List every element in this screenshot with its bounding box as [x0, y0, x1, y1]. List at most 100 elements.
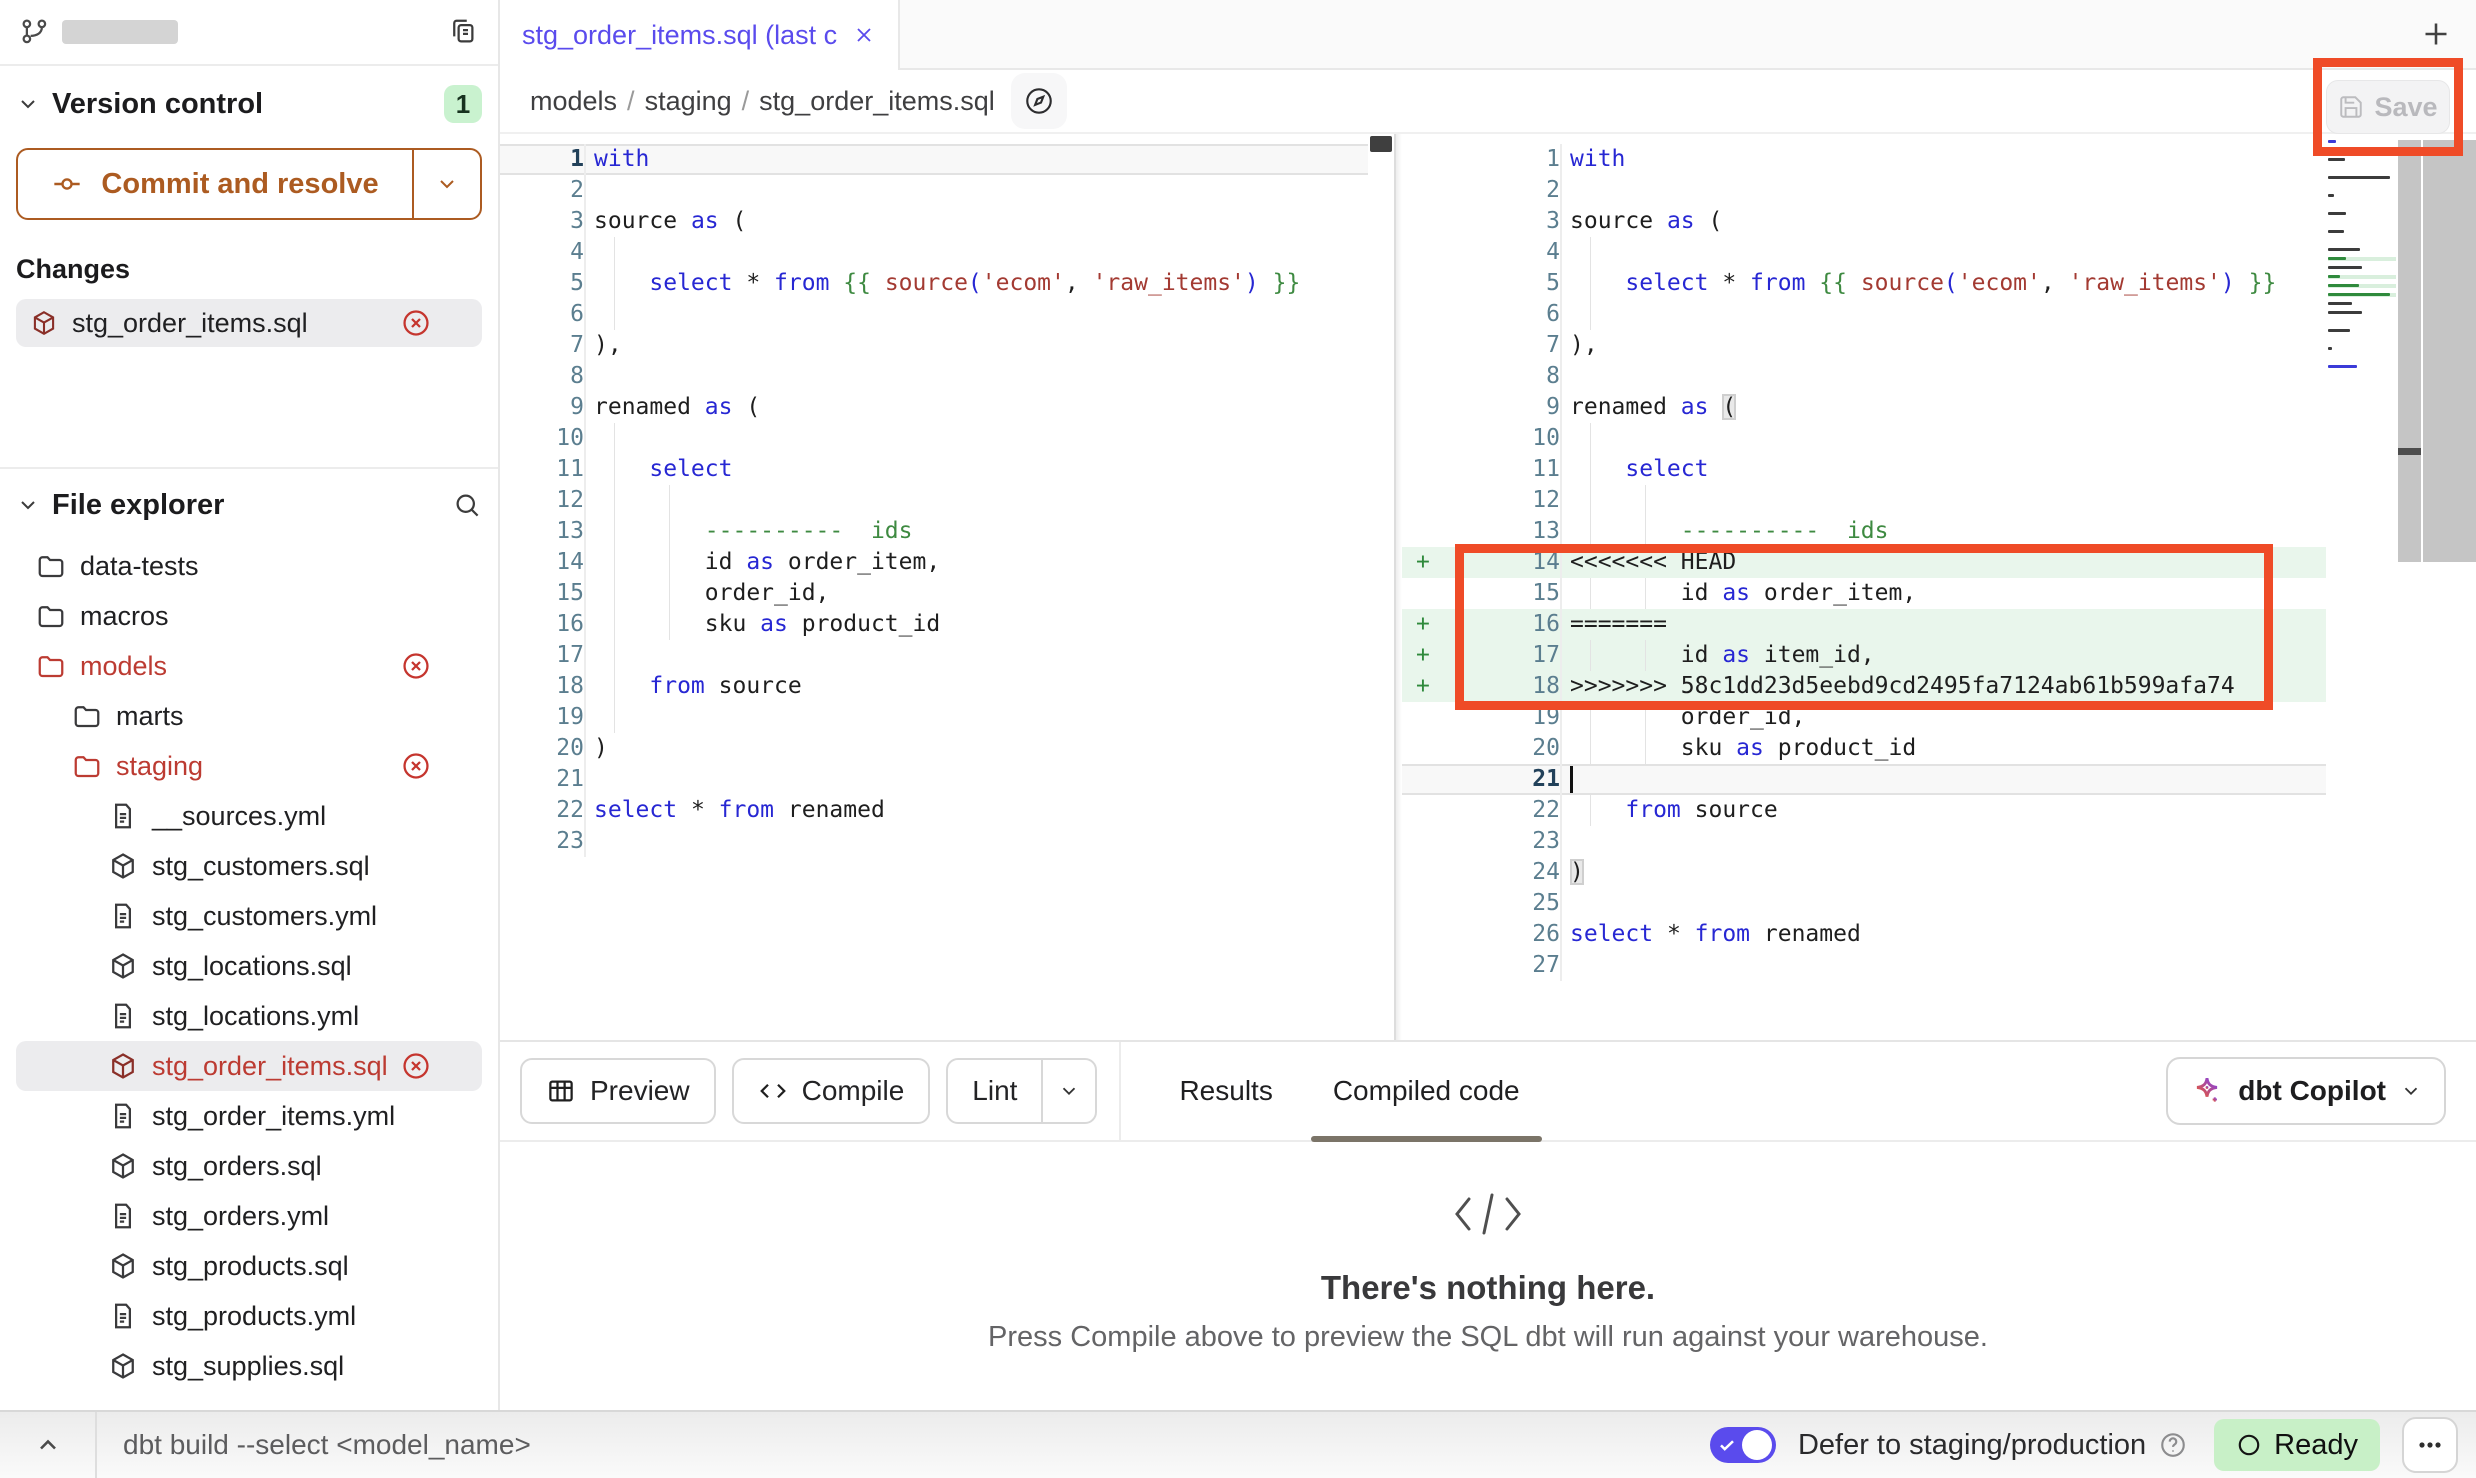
- code-line[interactable]: 2: [1402, 175, 2326, 206]
- compile-button[interactable]: Compile: [732, 1058, 931, 1124]
- file-tree-item[interactable]: stg_supplies.sql: [16, 1341, 482, 1391]
- code-line[interactable]: 5 select * from {{ source('ecom', 'raw_i…: [1402, 268, 2326, 299]
- code-line[interactable]: 27: [1402, 950, 2326, 981]
- code-line[interactable]: 1with: [500, 144, 1368, 175]
- file-tree-item[interactable]: stg_locations.yml: [16, 991, 482, 1041]
- file-tree-item[interactable]: staging: [16, 741, 482, 791]
- code-line[interactable]: 3source as (: [1402, 206, 2326, 237]
- code-line[interactable]: 12: [1402, 485, 2326, 516]
- overflow-menu-button[interactable]: [2402, 1417, 2458, 1473]
- file-tree-item[interactable]: stg_locations.sql: [16, 941, 482, 991]
- code-line[interactable]: 17: [500, 640, 1368, 671]
- code-line[interactable]: 16 sku as product_id: [500, 609, 1368, 640]
- code-line[interactable]: 23: [1402, 826, 2326, 857]
- file-tree-item[interactable]: stg_products.yml: [16, 1291, 482, 1341]
- code-line[interactable]: 7),: [1402, 330, 2326, 361]
- scrollbar-thumb[interactable]: [1370, 136, 1392, 152]
- lineage-button[interactable]: [1011, 73, 1067, 129]
- copy-icon[interactable]: [448, 17, 478, 47]
- code-line[interactable]: +14<<<<<<< HEAD: [1402, 547, 2326, 578]
- file-tree-item[interactable]: macros: [16, 591, 482, 641]
- code-line[interactable]: 2: [500, 175, 1368, 206]
- code-line[interactable]: 15 id as order_item,: [1402, 578, 2326, 609]
- defer-toggle[interactable]: [1710, 1427, 1776, 1463]
- changed-file-row[interactable]: stg_order_items.sql: [16, 299, 482, 347]
- version-control-header[interactable]: Version control 1: [16, 82, 482, 126]
- code-line[interactable]: 13 ---------- ids: [1402, 516, 2326, 547]
- dbt-copilot-button[interactable]: dbt Copilot: [2166, 1057, 2446, 1125]
- file-tree-item[interactable]: stg_customers.sql: [16, 841, 482, 891]
- file-tree-item[interactable]: stg_orders.yml: [16, 1191, 482, 1241]
- remove-icon[interactable]: [400, 307, 432, 339]
- commit-dropdown-button[interactable]: [412, 150, 480, 218]
- command-input[interactable]: dbt build --select <model_name>: [123, 1429, 531, 1461]
- code-line[interactable]: 15 order_id,: [500, 578, 1368, 609]
- code-line[interactable]: +17 id as item_id,: [1402, 640, 2326, 671]
- code-line[interactable]: 23: [500, 826, 1368, 857]
- scrollbar-track[interactable]: [2423, 140, 2476, 562]
- remove-icon[interactable]: [400, 650, 432, 682]
- commit-button[interactable]: Commit and resolve: [16, 148, 482, 220]
- code-line[interactable]: 4: [1402, 237, 2326, 268]
- file-tree-item[interactable]: __sources.yml: [16, 791, 482, 841]
- code-line[interactable]: +16=======: [1402, 609, 2326, 640]
- file-explorer-header[interactable]: File explorer: [16, 483, 482, 527]
- code-line[interactable]: 14 id as order_item,: [500, 547, 1368, 578]
- code-line[interactable]: 8: [500, 361, 1368, 392]
- code-line[interactable]: 6: [1402, 299, 2326, 330]
- tab-compiled-code[interactable]: Compiled code: [1303, 1042, 1550, 1140]
- code-line[interactable]: 13 ---------- ids: [500, 516, 1368, 547]
- file-tree-item[interactable]: stg_order_items.sql: [16, 1041, 482, 1091]
- editor-pane-original[interactable]: 1with23source as (45 select * from {{ so…: [500, 134, 1394, 1040]
- code-line[interactable]: 12: [500, 485, 1368, 516]
- code-line[interactable]: 1with: [1402, 144, 2326, 175]
- editor-tab[interactable]: stg_order_items.sql (last c...: [500, 0, 900, 70]
- code-line[interactable]: 20): [500, 733, 1368, 764]
- lint-dropdown-button[interactable]: [1041, 1060, 1095, 1122]
- code-line[interactable]: 19 order_id,: [1402, 702, 2326, 733]
- help-icon[interactable]: [2158, 1430, 2188, 1460]
- save-button[interactable]: Save: [2326, 80, 2450, 134]
- file-tree-item[interactable]: data-tests: [16, 541, 482, 591]
- code-line[interactable]: 26select * from renamed: [1402, 919, 2326, 950]
- minimap-slider-track[interactable]: [2398, 140, 2421, 562]
- search-icon[interactable]: [452, 490, 482, 520]
- file-tree-item[interactable]: models: [16, 641, 482, 691]
- command-bar-expand-button[interactable]: [0, 1412, 97, 1478]
- code-line[interactable]: 11 select: [500, 454, 1368, 485]
- close-icon[interactable]: [852, 23, 876, 47]
- code-line[interactable]: 6: [500, 299, 1368, 330]
- code-line[interactable]: 24): [1402, 857, 2326, 888]
- code-line[interactable]: 21: [1402, 764, 2326, 795]
- code-line[interactable]: 9renamed as (: [1402, 392, 2326, 423]
- pane-divider[interactable]: [1394, 134, 1402, 1040]
- lint-button[interactable]: Lint: [948, 1060, 1041, 1122]
- code-line[interactable]: 19: [500, 702, 1368, 733]
- code-line[interactable]: 7),: [500, 330, 1368, 361]
- code-line[interactable]: 5 select * from {{ source('ecom', 'raw_i…: [500, 268, 1368, 299]
- code-line[interactable]: 21: [500, 764, 1368, 795]
- preview-button[interactable]: Preview: [520, 1058, 716, 1124]
- editor-pane-current[interactable]: 1with23source as (45 select * from {{ so…: [1402, 134, 2476, 1040]
- minimap[interactable]: [2328, 140, 2396, 383]
- remove-icon[interactable]: [400, 1050, 432, 1082]
- code-line[interactable]: 9renamed as (: [500, 392, 1368, 423]
- file-tree-item[interactable]: marts: [16, 691, 482, 741]
- code-line[interactable]: 20 sku as product_id: [1402, 733, 2326, 764]
- code-line[interactable]: 4: [500, 237, 1368, 268]
- code-line[interactable]: 11 select: [1402, 454, 2326, 485]
- code-line[interactable]: 10: [500, 423, 1368, 454]
- code-line[interactable]: 10: [1402, 423, 2326, 454]
- file-tree-item[interactable]: stg_products.sql: [16, 1241, 482, 1291]
- code-line[interactable]: 18 from source: [500, 671, 1368, 702]
- code-line[interactable]: 3source as (: [500, 206, 1368, 237]
- scrollbar-thumb[interactable]: [2398, 448, 2421, 455]
- file-tree-item[interactable]: stg_order_items.yml: [16, 1091, 482, 1141]
- code-line[interactable]: 22select * from renamed: [500, 795, 1368, 826]
- file-tree-item[interactable]: stg_orders.sql: [16, 1141, 482, 1191]
- new-tab-button[interactable]: [2418, 16, 2454, 52]
- code-line[interactable]: +18>>>>>>> 58c1dd23d5eebd9cd2495fa7124ab…: [1402, 671, 2326, 702]
- file-tree-item[interactable]: stg_customers.yml: [16, 891, 482, 941]
- remove-icon[interactable]: [400, 750, 432, 782]
- code-line[interactable]: 8: [1402, 361, 2326, 392]
